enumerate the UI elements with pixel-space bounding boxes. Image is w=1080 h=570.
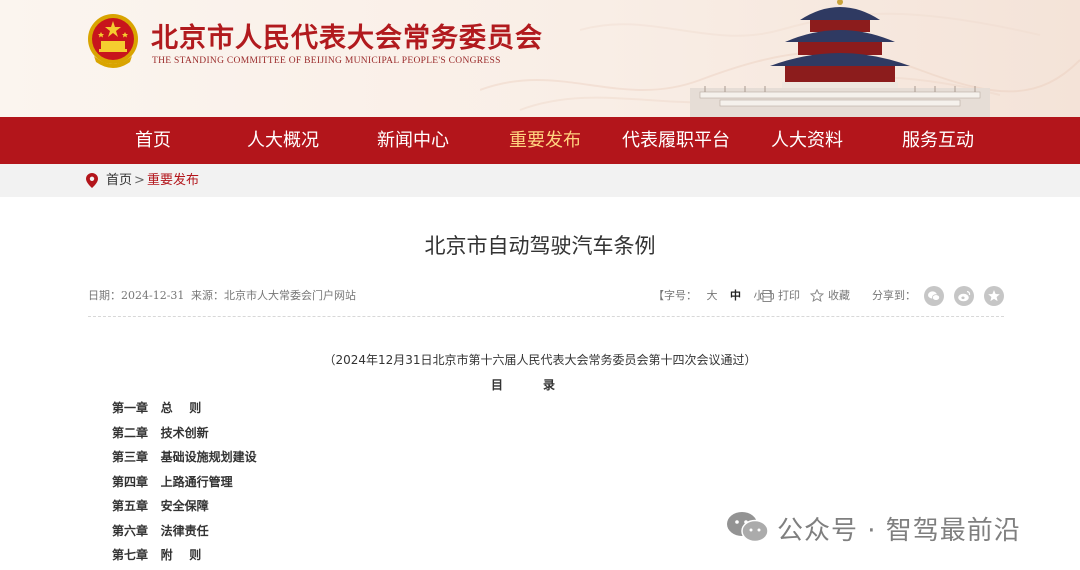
breadcrumb: 首页 > 重要发布: [0, 164, 1080, 197]
nav-overview[interactable]: 人大概况: [235, 117, 331, 164]
favorite-star-icon[interactable]: [810, 289, 824, 302]
chapter-title: 总 则: [160, 401, 202, 415]
chapter-number: 第一章: [112, 401, 149, 415]
toc-chapter-5: 第五章 安全保障: [112, 497, 209, 515]
watermark-text: 公众号 · 智驾最前沿: [777, 516, 1021, 546]
chapter-title: 上路通行管理: [160, 475, 233, 489]
site-title[interactable]: 北京市人民代表大会常务委员会: [151, 16, 543, 55]
article-subtitle: （2024年12月31日北京市第十六届人民代表大会常务委员会第十四次会议通过）: [323, 353, 757, 367]
toc-chapter-4: 第四章 上路通行管理: [112, 473, 233, 491]
breadcrumb-separator: >: [134, 173, 145, 188]
share-label: 分享到：: [872, 289, 916, 302]
wechat-watermark-icon: [727, 512, 769, 543]
toc-title: 目录: [490, 378, 595, 392]
site-header: 北京市人民代表大会常务委员会 THE STANDING COMMITTEE OF…: [0, 0, 1080, 117]
breadcrumb-current[interactable]: 重要发布: [147, 164, 199, 197]
national-emblem-icon: [88, 14, 138, 68]
chapter-title: 基础设施规划建设: [160, 450, 257, 464]
toc-chapter-2: 第二章 技术创新: [112, 424, 209, 442]
temple-of-heaven-image: [690, 0, 990, 117]
print-link[interactable]: 打印: [778, 288, 800, 304]
chapter-number: 第六章: [112, 524, 149, 538]
chapter-title: 附 则: [160, 548, 202, 562]
font-size-label: 【字号：: [653, 289, 697, 302]
main-nav: 首页 人大概况 新闻中心 重要发布 代表履职平台 人大资料 服务互动: [0, 117, 1080, 164]
toc-chapter-7: 第七章 附 则: [112, 546, 201, 564]
favorite-link[interactable]: 收藏: [828, 288, 850, 304]
chapter-number: 第五章: [112, 499, 149, 513]
font-size-medium[interactable]: 中: [730, 289, 741, 302]
font-size-large[interactable]: 大: [707, 289, 718, 302]
article-source: 来源：北京市人大常委会门户网站: [191, 289, 356, 302]
article-title: 北京市自动驾驶汽车条例: [424, 234, 656, 258]
print-icon[interactable]: [760, 290, 774, 302]
chapter-number: 第三章: [112, 450, 149, 464]
toc-chapter-6: 第六章 法律责任: [112, 522, 209, 540]
nav-home[interactable]: 首页: [108, 117, 198, 164]
location-pin-icon: [86, 173, 98, 188]
nav-service-interaction[interactable]: 服务互动: [890, 117, 986, 164]
nav-news-center[interactable]: 新闻中心: [365, 117, 461, 164]
publish-date: 日期：2024-12-31: [88, 289, 185, 302]
star-icon[interactable]: [984, 286, 1004, 306]
chapter-title: 技术创新: [160, 426, 209, 440]
toc-chapter-3: 第三章 基础设施规划建设: [112, 448, 257, 466]
toc-chapter-1: 第一章 总 则: [112, 399, 201, 417]
chapter-number: 第四章: [112, 475, 149, 489]
chapter-title: 法律责任: [160, 524, 209, 538]
chapter-number: 第二章: [112, 426, 149, 440]
nav-deputy-platform[interactable]: 代表履职平台: [614, 117, 738, 164]
site-subtitle: THE STANDING COMMITTEE OF BEIJING MUNICI…: [152, 56, 501, 66]
chapter-number: 第七章: [112, 548, 149, 562]
chapter-title: 安全保障: [160, 499, 209, 513]
breadcrumb-home[interactable]: 首页: [106, 164, 132, 197]
nav-materials[interactable]: 人大资料: [759, 117, 855, 164]
weibo-icon[interactable]: [954, 286, 974, 306]
wechat-icon[interactable]: [924, 286, 944, 306]
nav-important-releases[interactable]: 重要发布: [497, 117, 593, 164]
meta-divider: [88, 316, 1004, 317]
